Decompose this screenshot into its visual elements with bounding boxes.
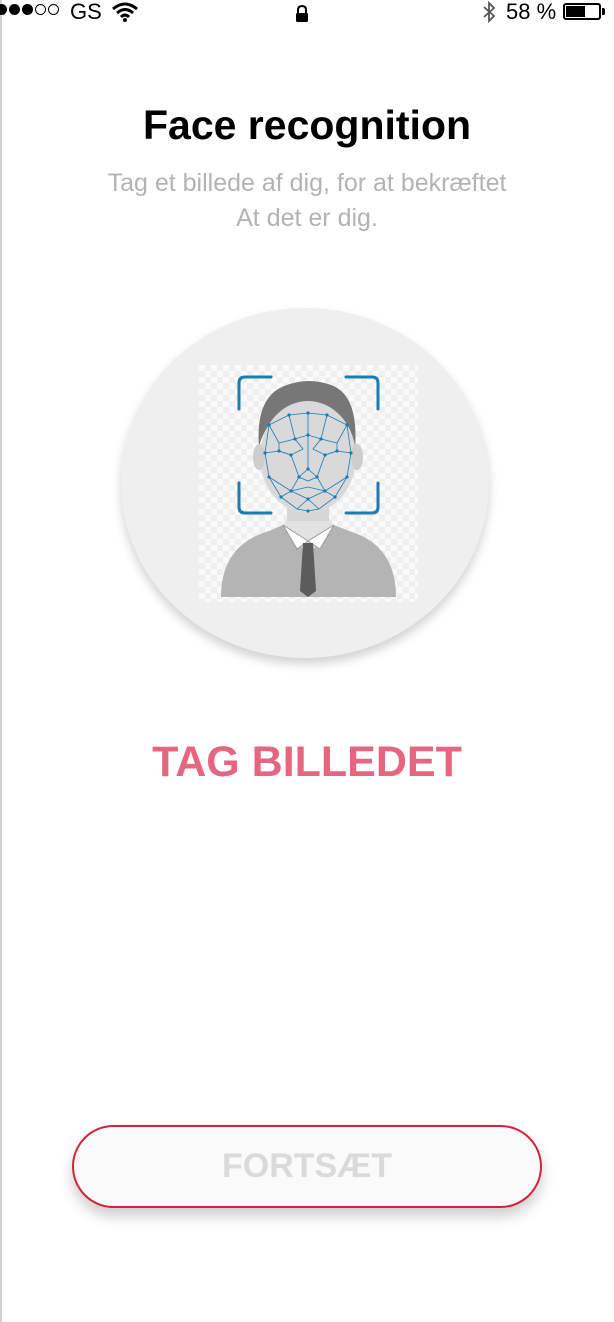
page-title: Face recognition: [142, 102, 472, 148]
bluetooth-icon: [482, 0, 496, 29]
status-bar: GS 58 %: [0, 0, 614, 26]
page-subtitle: Tag et billede af dig, for at bekræftet …: [0, 166, 614, 236]
continue-button-label: FORTSÆT: [222, 1147, 392, 1185]
lock-icon: [295, 3, 309, 29]
take-photo-button[interactable]: TAG BILLEDET: [0, 736, 614, 788]
carrier-name: GS: [70, 0, 102, 24]
wifi-icon: [112, 2, 138, 28]
subtitle-line-2: At det er dig.: [236, 204, 378, 232]
battery-percent: 58 %: [506, 0, 557, 24]
battery-icon: [563, 3, 601, 20]
continue-button[interactable]: FORTSÆT: [72, 1125, 542, 1208]
face-scan-illustration: [199, 365, 418, 602]
battery-tip: [602, 8, 605, 15]
subtitle-line-1: Tag et billede af dig, for at bekræftet: [107, 169, 507, 197]
signal-strength-icon: [0, 4, 59, 15]
